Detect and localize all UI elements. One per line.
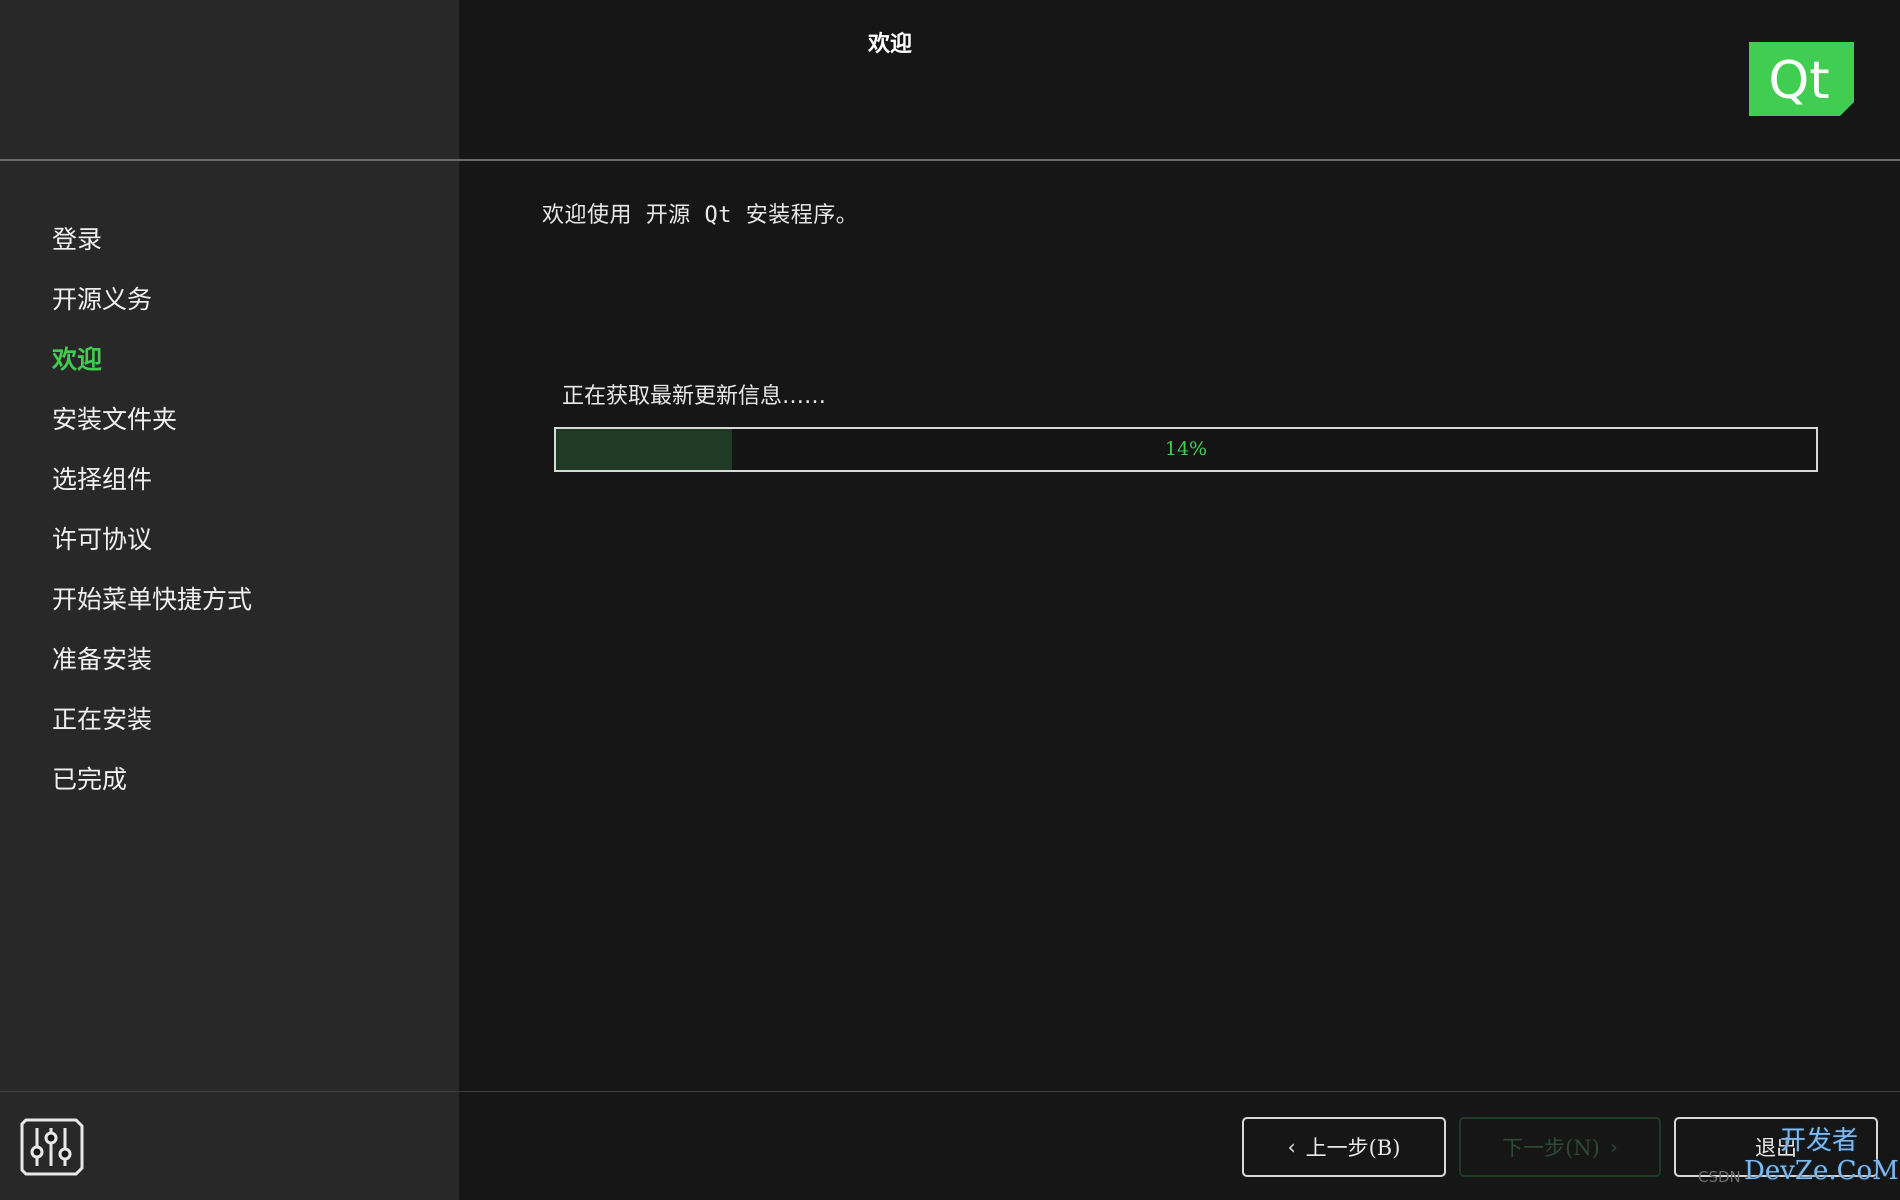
watermark-csdn: CSDN	[1698, 1168, 1741, 1186]
step-ready-to-install: 准备安装	[52, 645, 153, 674]
step-license-agreement: 许可协议	[52, 525, 153, 554]
step-start-menu-shortcuts: 开始菜单快捷方式	[52, 585, 253, 614]
step-select-components: 选择组件	[52, 465, 153, 494]
welcome-message: 欢迎使用 开源 Qt 安装程序。	[542, 203, 859, 228]
step-finished: 已完成	[52, 765, 128, 794]
step-list: 登录 开源义务 欢迎 安装文件夹 选择组件 许可协议 开始菜单快捷方式 准备安装…	[52, 222, 252, 822]
svg-text:Qt: Qt	[1768, 51, 1829, 111]
step-installing: 正在安装	[52, 705, 153, 734]
next-button[interactable]: 下一步(N) ›	[1459, 1117, 1661, 1177]
watermark-devze: 开发者 DevZe.CoM	[1744, 1126, 1899, 1186]
step-welcome: 欢迎	[52, 345, 103, 374]
header-divider	[0, 159, 1900, 161]
settings-sliders-icon	[20, 1118, 84, 1176]
back-button-label: 上一步(B)	[1305, 1136, 1401, 1160]
back-button[interactable]: ‹ 上一步(B)	[1242, 1117, 1446, 1177]
qt-logo: Qt	[1749, 42, 1854, 116]
page-title: 欢迎	[867, 32, 912, 57]
watermark-devze-title: 开发者	[1779, 1126, 1858, 1156]
step-install-folder: 安装文件夹	[52, 405, 178, 434]
chevron-left-icon: ‹	[1287, 1135, 1296, 1159]
watermark-devze-site: DevZe.CoM	[1744, 1156, 1899, 1186]
step-open-source-obligations: 开源义务	[52, 285, 153, 314]
progress-bar: 14%	[554, 427, 1818, 472]
footer-divider	[0, 1091, 1900, 1092]
chevron-right-icon: ›	[1609, 1135, 1618, 1159]
settings-button[interactable]	[20, 1118, 84, 1176]
installer-window: 欢迎 Qt 登录 开源义务 欢迎 安装文件夹 选择组件 许可协议 开始菜单快捷方…	[0, 0, 1900, 1200]
next-button-label: 下一步(N)	[1502, 1136, 1600, 1160]
status-message: 正在获取最新更新信息……	[562, 384, 827, 409]
step-login: 登录	[52, 225, 103, 254]
progress-label: 14%	[1164, 438, 1208, 460]
